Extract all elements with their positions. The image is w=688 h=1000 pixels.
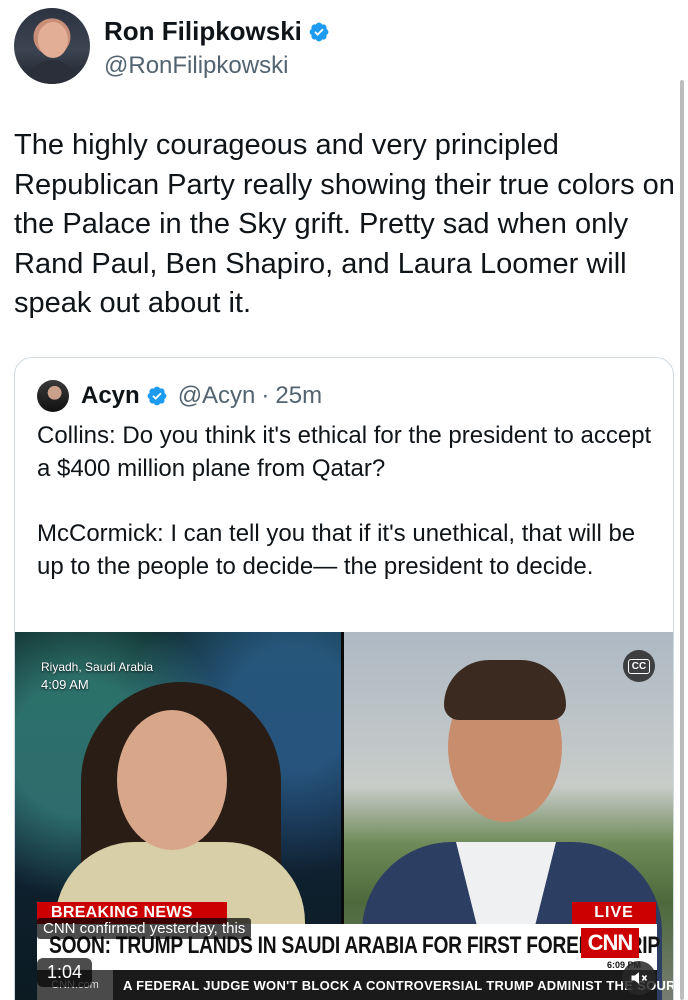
quoted-author-handle[interactable]: @Acyn: [178, 382, 256, 410]
post-text-line: the Palace in the Sky grift. Pretty sad …: [14, 208, 629, 240]
ticker-text: A FEDERAL JUDGE WON'T BLOCK A CONTROVERS…: [123, 978, 673, 993]
scrollbar[interactable]: [680, 80, 684, 1000]
verified-badge-icon: [147, 386, 167, 406]
quoted-post-text: Collins: Do you think it's ethical for t…: [37, 420, 657, 616]
location-label: Riyadh, Saudi Arabia: [41, 660, 154, 674]
quoted-author-avatar[interactable]: [37, 380, 69, 412]
separator-dot: ·: [261, 382, 270, 409]
video-player[interactable]: Riyadh, Saudi Arabia 4:09 AM CC BREAKING…: [15, 632, 673, 1000]
network-logo: CNN: [581, 928, 639, 958]
quoted-post[interactable]: Acyn @Acyn · 25m Collins: Do you think i…: [14, 357, 674, 1000]
closed-captions-icon[interactable]: CC: [623, 650, 655, 682]
ticker-headline: A FEDERAL JUDGE WON'T BLOCK A CONTROVERS…: [123, 978, 603, 993]
location-time: 4:09 AM: [41, 677, 89, 692]
quoted-author-name[interactable]: Acyn: [81, 382, 140, 410]
quoted-paragraph: Collins: Do you think it's ethical for t…: [37, 422, 652, 482]
speaker-muted-icon[interactable]: [622, 961, 656, 995]
post-text-line: speak out about it.: [14, 287, 251, 319]
author-name[interactable]: Ron Filipkowski: [104, 16, 302, 47]
author-avatar[interactable]: [14, 8, 90, 84]
quoted-post-header: Acyn @Acyn · 25m: [37, 380, 322, 412]
news-ticker: CNN.com A FEDERAL JUDGE WON'T BLOCK A CO…: [37, 970, 673, 1000]
post-text-line: The highly courageous and very principle…: [14, 129, 559, 161]
quoted-paragraph: McCormick: I can tell you that if it's u…: [37, 520, 636, 580]
video-duration: 1:04: [37, 958, 93, 987]
mute-glyph-icon: [631, 972, 648, 984]
cc-label: CC: [627, 658, 651, 674]
quoted-post-time[interactable]: 25m: [275, 382, 322, 410]
live-label: LIVE: [572, 902, 656, 924]
post-text-line: Rand Paul, Ben Shapiro, and Laura Loomer…: [14, 247, 627, 280]
post-header: Ron Filipkowski @RonFilipkowski: [14, 8, 674, 88]
post-text: The highly courageous and very principle…: [14, 126, 678, 324]
author-name-row: Ron Filipkowski: [104, 16, 330, 47]
author-handle[interactable]: @RonFilipkowski: [104, 52, 288, 80]
verified-badge-icon: [309, 22, 329, 41]
video-caption: CNN confirmed yesterday, this: [37, 918, 252, 939]
location-overlay: Riyadh, Saudi Arabia 4:09 AM: [41, 658, 153, 694]
post-text-line: Republican Party really showing their tr…: [14, 168, 675, 201]
